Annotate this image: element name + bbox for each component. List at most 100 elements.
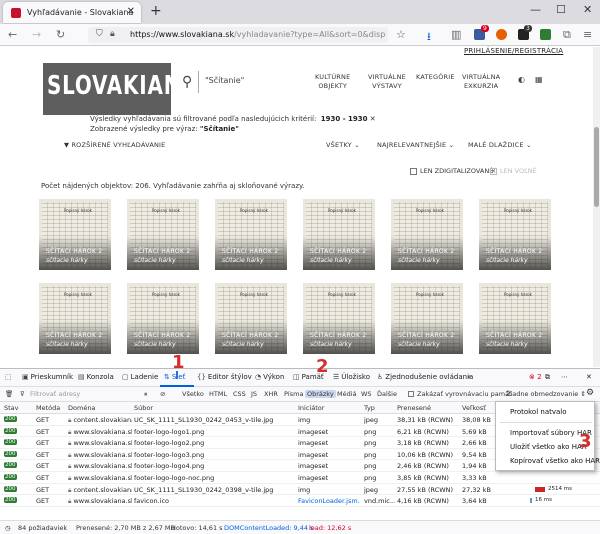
- menu-icon[interactable]: ≡: [583, 28, 592, 41]
- filter-media[interactable]: Médiá: [337, 390, 357, 398]
- tab-performance[interactable]: ◔ Výkon: [255, 373, 284, 381]
- view-dropdown[interactable]: MALÉ DLAŽDICE ⌄: [468, 141, 532, 149]
- back-icon[interactable]: ←: [8, 28, 17, 41]
- tab-inspector[interactable]: ▣ Prieskumník: [22, 373, 73, 381]
- extension-badge-2: 3: [524, 25, 532, 32]
- result-card[interactable]: Popisný hárok SČÍTACÍ HÁROK 2 sčítacie hár…: [39, 199, 111, 270]
- remove-filter-icon[interactable]: ✕: [370, 115, 376, 123]
- scrollbar-thumb[interactable]: [594, 127, 599, 207]
- library-icon[interactable]: ▥: [451, 28, 461, 41]
- filter-fonts[interactable]: Písma: [284, 390, 303, 398]
- extensions-icon[interactable]: ⧉: [563, 28, 571, 42]
- col-size[interactable]: Veľkosť: [462, 404, 486, 412]
- filter-images[interactable]: Obrázky: [305, 390, 336, 398]
- filter-urls-input[interactable]: Filtrovať adresy: [30, 390, 80, 398]
- result-card[interactable]: Popisný hárok SČÍTACÍ HÁROK 2 sčítacie hár…: [215, 199, 287, 270]
- filter-css[interactable]: CSS: [233, 390, 246, 398]
- filter-ws[interactable]: WS: [361, 390, 372, 398]
- result-card[interactable]: Popisný hárok SČÍTACÍ HÁROK 2 sčítacie hár…: [391, 283, 463, 354]
- minimize-icon[interactable]: —: [530, 3, 541, 16]
- col-type[interactable]: Typ: [364, 404, 375, 412]
- search-input[interactable]: "Sčítanie": [205, 76, 244, 85]
- english-flag-icon[interactable]: ▦: [535, 75, 543, 84]
- advanced-search-toggle[interactable]: ▼ ROZŠÍRENÉ VYHĽADÁVANIE: [64, 141, 165, 149]
- result-card[interactable]: Popisný hárok SČÍTACÍ HÁROK 2 sčítacie hár…: [479, 199, 551, 270]
- address-bar[interactable]: ⛉ 🔒︎ https://www.slovakiana.sk/vyhladava…: [88, 27, 388, 43]
- new-tab-button[interactable]: +: [150, 3, 162, 19]
- col-file[interactable]: Súbor: [134, 404, 153, 412]
- tab-console[interactable]: ▤ Konzola: [78, 373, 114, 381]
- tab-storage[interactable]: ☰ Úložisko: [333, 373, 370, 381]
- tracking-shield-icon[interactable]: ⛉: [96, 29, 103, 39]
- downloads-icon[interactable]: ⭳: [427, 28, 431, 47]
- table-row[interactable]: 200 GET 🔒︎ www.slovakiana.sk footer-logo-log…: [0, 472, 600, 484]
- filter-all-dropdown[interactable]: VŠETKY ⌄: [326, 141, 360, 149]
- tab-accessibility[interactable]: ♿︎ Zjednodušenie ovládania: [377, 373, 473, 381]
- close-window-icon[interactable]: ✕: [583, 3, 592, 16]
- maximize-icon[interactable]: ☐: [556, 3, 566, 16]
- menu-save-all-har[interactable]: Uložiť všetko ako HAR: [510, 443, 587, 451]
- filter-html[interactable]: HTML: [209, 390, 227, 398]
- menu-persist-logs[interactable]: Protokol natvalo: [510, 408, 567, 416]
- bookmark-star-icon[interactable]: ☆: [396, 28, 406, 41]
- lock-icon[interactable]: 🔒︎: [110, 29, 115, 39]
- filter-all[interactable]: Všetko: [182, 390, 204, 398]
- trash-icon[interactable]: 🗑︎: [5, 390, 13, 398]
- only-free-checkbox[interactable]: ✕ LEN VOĽNÉ: [490, 167, 537, 175]
- forward-icon[interactable]: →: [32, 28, 41, 41]
- search-icon[interactable]: ⚲: [182, 74, 192, 90]
- dock-icon[interactable]: ⧉: [545, 373, 550, 382]
- result-card[interactable]: Popisný hárok SČÍTACÍ HÁROK 2 sčítacie hár…: [479, 283, 551, 354]
- result-card[interactable]: Popisný hárok SČÍTACÍ HÁROK 2 sčítacie hár…: [303, 199, 375, 270]
- firefox-account-icon[interactable]: [496, 29, 507, 40]
- close-devtools-icon[interactable]: ✕: [586, 373, 592, 381]
- filter-other[interactable]: Ďalšie: [377, 390, 397, 398]
- login-register-link[interactable]: PRIHLÁSENIE/REGISTRÁCIA: [464, 47, 563, 55]
- nav-virtual-tour[interactable]: VIRTUÁLNA EXKURZIA: [462, 73, 500, 91]
- sort-dropdown[interactable]: NAJRELEVANTNEJŠIE ⌄: [377, 141, 454, 149]
- network-settings-gear-icon[interactable]: ⚙: [586, 388, 594, 398]
- col-status[interactable]: Stav: [4, 404, 19, 412]
- table-row[interactable]: 200 GET 🔒︎content.slovakiana.skUC_SK_1111_…: [0, 484, 600, 496]
- col-domain[interactable]: Doména: [68, 404, 95, 412]
- table-row[interactable]: 200 GET 🔒︎ www.slovakiana.sk favicon.ico Favi…: [0, 495, 600, 507]
- devtools-menu-icon[interactable]: ⋯: [561, 373, 568, 381]
- pause-icon[interactable]: ⏸︎: [144, 390, 147, 399]
- result-card[interactable]: Popisný hárok SČÍTACÍ HÁROK 2 sčítacie hár…: [127, 199, 199, 270]
- extension-icon-3[interactable]: [540, 29, 551, 40]
- slovakiana-logo[interactable]: SLOVAKIANA: [43, 63, 197, 115]
- pick-element-icon[interactable]: ⬚: [5, 373, 14, 381]
- tab-debugger[interactable]: ▢ Ladenie: [122, 373, 158, 381]
- result-card[interactable]: Popisný hárok SČÍTACÍ HÁROK 2 sčítacie hár…: [391, 199, 463, 270]
- nav-cultural-objects[interactable]: KULTÚRNE OBJEKTY: [315, 73, 350, 91]
- nav-virtual-exhibitions[interactable]: VIRTUÁLNE VÝSTAVY: [368, 73, 406, 91]
- domain-cell: 🔒︎ www.slovakiana.sk: [68, 450, 132, 459]
- browser-tab[interactable]: Vyhľadávanie - Slovakiana ✕: [3, 2, 141, 23]
- url-text[interactable]: https://www.slovakiana.sk/vyhladavanie?t…: [130, 30, 385, 39]
- more-tabs-icon[interactable]: »: [467, 373, 471, 381]
- close-tab-icon[interactable]: ✕: [127, 6, 135, 17]
- tab-network[interactable]: ⇅ Sieť: [164, 373, 185, 381]
- type-cell: jpeg: [364, 416, 379, 424]
- col-initiator[interactable]: Iniciátor: [298, 404, 324, 412]
- error-count[interactable]: ⊗ 2: [529, 373, 542, 381]
- tab-style-editor[interactable]: {} Editor štýlov: [197, 373, 252, 381]
- only-digitized-checkbox[interactable]: LEN ZDIGITALIZOVANÉ: [410, 167, 493, 175]
- initiator-cell[interactable]: FaviconLoader.jsm...: [298, 497, 360, 505]
- nav-categories[interactable]: KATEGÓRIE: [416, 73, 455, 82]
- result-card[interactable]: Popisný hárok SČÍTACÍ HÁROK 2 sčítacie hár…: [39, 283, 111, 354]
- disable-cache-checkbox[interactable]: Zakázať vyrovnávaciu pamäť: [408, 390, 512, 398]
- throttle-dropdown[interactable]: Žiadne obmedzovanie ⇕: [506, 390, 586, 398]
- filter-xhr[interactable]: XHR: [264, 390, 278, 398]
- col-transferred[interactable]: Prenesené: [397, 404, 431, 412]
- menu-copy-all-har[interactable]: Kopírovať všetko ako HAR: [510, 457, 600, 465]
- result-card[interactable]: Popisný hárok SČÍTACÍ HÁROK 2 sčítacie hár…: [215, 283, 287, 354]
- filter-js[interactable]: JS: [251, 390, 257, 398]
- reload-icon[interactable]: ↻: [56, 28, 65, 41]
- col-method[interactable]: Metóda: [36, 404, 60, 412]
- result-card[interactable]: Popisný hárok SČÍTACÍ HÁROK 2 sčítacie hár…: [303, 283, 375, 354]
- slovak-flag-icon[interactable]: ◐: [518, 75, 525, 84]
- result-card[interactable]: Popisný hárok SČÍTACÍ HÁROK 2 sčítacie hár…: [127, 283, 199, 354]
- page-scrollbar[interactable]: [593, 47, 600, 367]
- block-icon[interactable]: ⊘: [160, 390, 165, 398]
